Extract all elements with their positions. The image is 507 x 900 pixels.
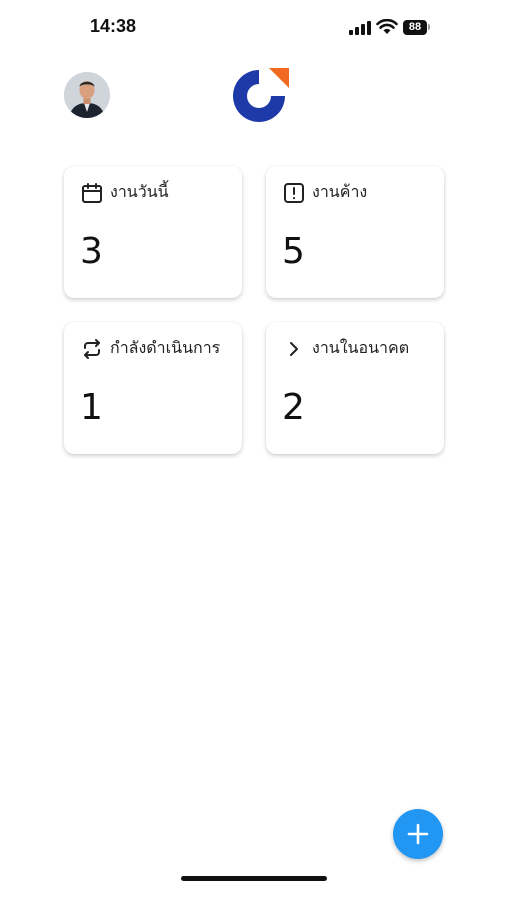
card-label: งานค้าง (312, 182, 368, 201)
card-count: 5 (282, 231, 305, 272)
wifi-icon (376, 19, 398, 34)
add-task-button[interactable] (393, 809, 443, 859)
card-label: งานวันนี้ (110, 182, 169, 201)
card-count: 2 (282, 387, 305, 428)
user-avatar-icon (64, 72, 110, 118)
card-overdue-tasks[interactable]: งานค้าง 5 (266, 166, 444, 298)
cellular-signal-icon (349, 21, 371, 35)
repeat-icon (84, 338, 100, 359)
home-indicator (181, 876, 327, 881)
card-in-progress-tasks[interactable]: กำลังดำเนินการ 1 (64, 322, 242, 454)
battery-icon: 88 (403, 20, 427, 35)
card-count: 3 (80, 231, 103, 272)
card-count: 1 (80, 387, 103, 428)
status-time: 14:38 (90, 16, 137, 36)
brand-logo-icon (233, 68, 289, 122)
battery-tip (428, 24, 430, 30)
card-today-tasks[interactable]: งานวันนี้ 3 (64, 166, 242, 298)
avatar[interactable] (64, 72, 110, 118)
card-future-tasks[interactable]: งานในอนาคต 2 (266, 322, 444, 454)
plus-icon (407, 823, 429, 845)
alert-icon (284, 182, 304, 203)
card-label: กำลังดำเนินการ (110, 338, 221, 357)
card-label: งานในอนาคต (312, 338, 410, 357)
calendar-icon (82, 182, 102, 203)
chevron-right-icon (290, 341, 298, 356)
status-bar: 14:38 88 (0, 0, 507, 56)
